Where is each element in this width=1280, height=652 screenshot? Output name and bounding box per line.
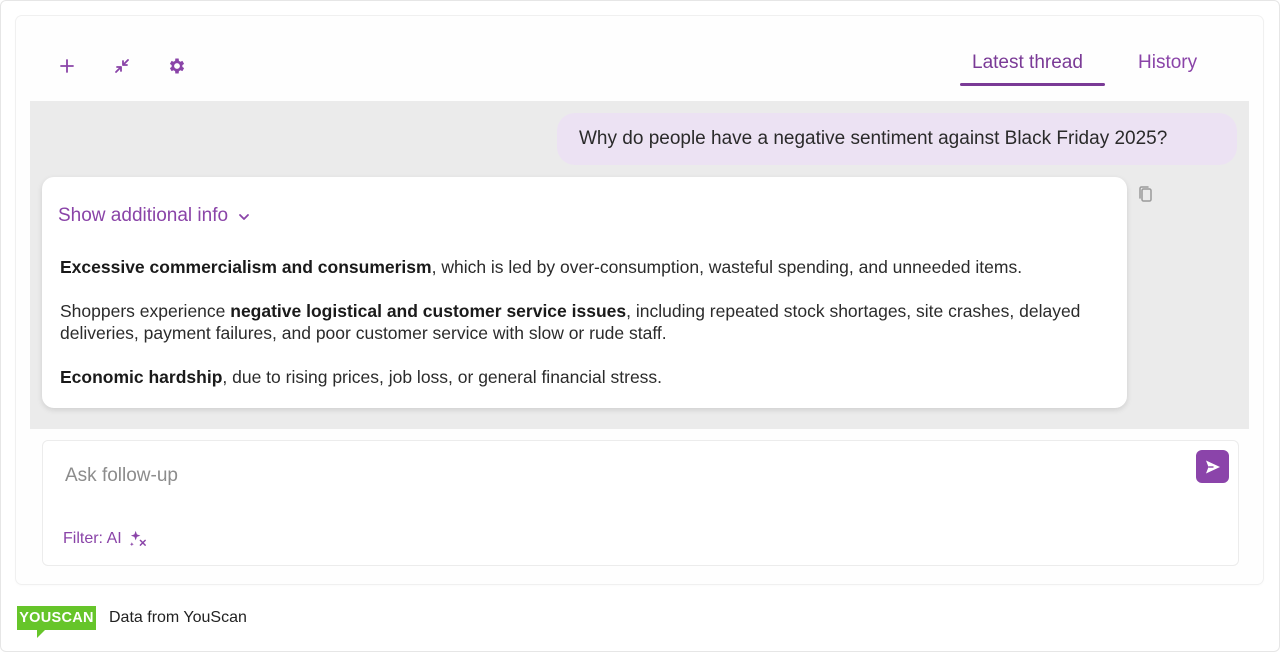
- gear-icon: [169, 58, 185, 74]
- filter-ai[interactable]: Filter: AI: [63, 529, 148, 548]
- assistant-panel: Latest thread History Why do people have…: [16, 16, 1263, 584]
- copy-icon: [1139, 186, 1152, 202]
- answer-paragraph: Shoppers experience negative logistical …: [60, 301, 1081, 343]
- sparkle-clear-icon: [129, 530, 146, 547]
- answer-paragraph: Economic hardship, due to rising prices,…: [60, 367, 663, 387]
- show-additional-info-toggle[interactable]: Show additional info: [58, 205, 251, 227]
- tab-history[interactable]: History: [1138, 52, 1197, 86]
- send-button[interactable]: [1196, 450, 1229, 483]
- composer: Filter: AI: [42, 440, 1239, 566]
- show-info-label: Show additional info: [58, 205, 229, 226]
- follow-up-input[interactable]: [65, 461, 1165, 491]
- collapse-icon: [115, 59, 129, 73]
- thread-area: Why do people have a negative sentiment …: [30, 101, 1249, 429]
- new-thread-button[interactable]: [53, 52, 81, 80]
- assistant-answer: Show additional info Excessive commercia…: [42, 177, 1127, 408]
- copy-button[interactable]: [1134, 182, 1158, 206]
- answer-bold: Economic hardship: [60, 367, 223, 387]
- user-message: Why do people have a negative sentiment …: [557, 113, 1237, 165]
- filter-label: Filter: AI: [63, 529, 122, 547]
- toolbar: Latest thread History: [16, 16, 1263, 101]
- youscan-logo: YOUSCAN: [17, 606, 96, 638]
- active-tab-indicator: [960, 83, 1105, 86]
- answer-bold: Excessive commercialism and consumerism: [60, 257, 432, 277]
- footer: YOUSCAN Data from YouScan: [17, 602, 247, 638]
- collapse-button[interactable]: [108, 52, 136, 80]
- chevron-down-icon: [239, 213, 249, 220]
- footer-text: Data from YouScan: [109, 609, 247, 626]
- settings-button[interactable]: [163, 52, 191, 80]
- tab-latest-thread[interactable]: Latest thread: [972, 52, 1083, 86]
- send-icon: [1205, 460, 1220, 473]
- plus-icon: [60, 59, 74, 73]
- answer-paragraph: Excessive commercialism and consumerism,…: [60, 257, 1023, 277]
- answer-bold: negative logistical and customer service…: [230, 301, 627, 321]
